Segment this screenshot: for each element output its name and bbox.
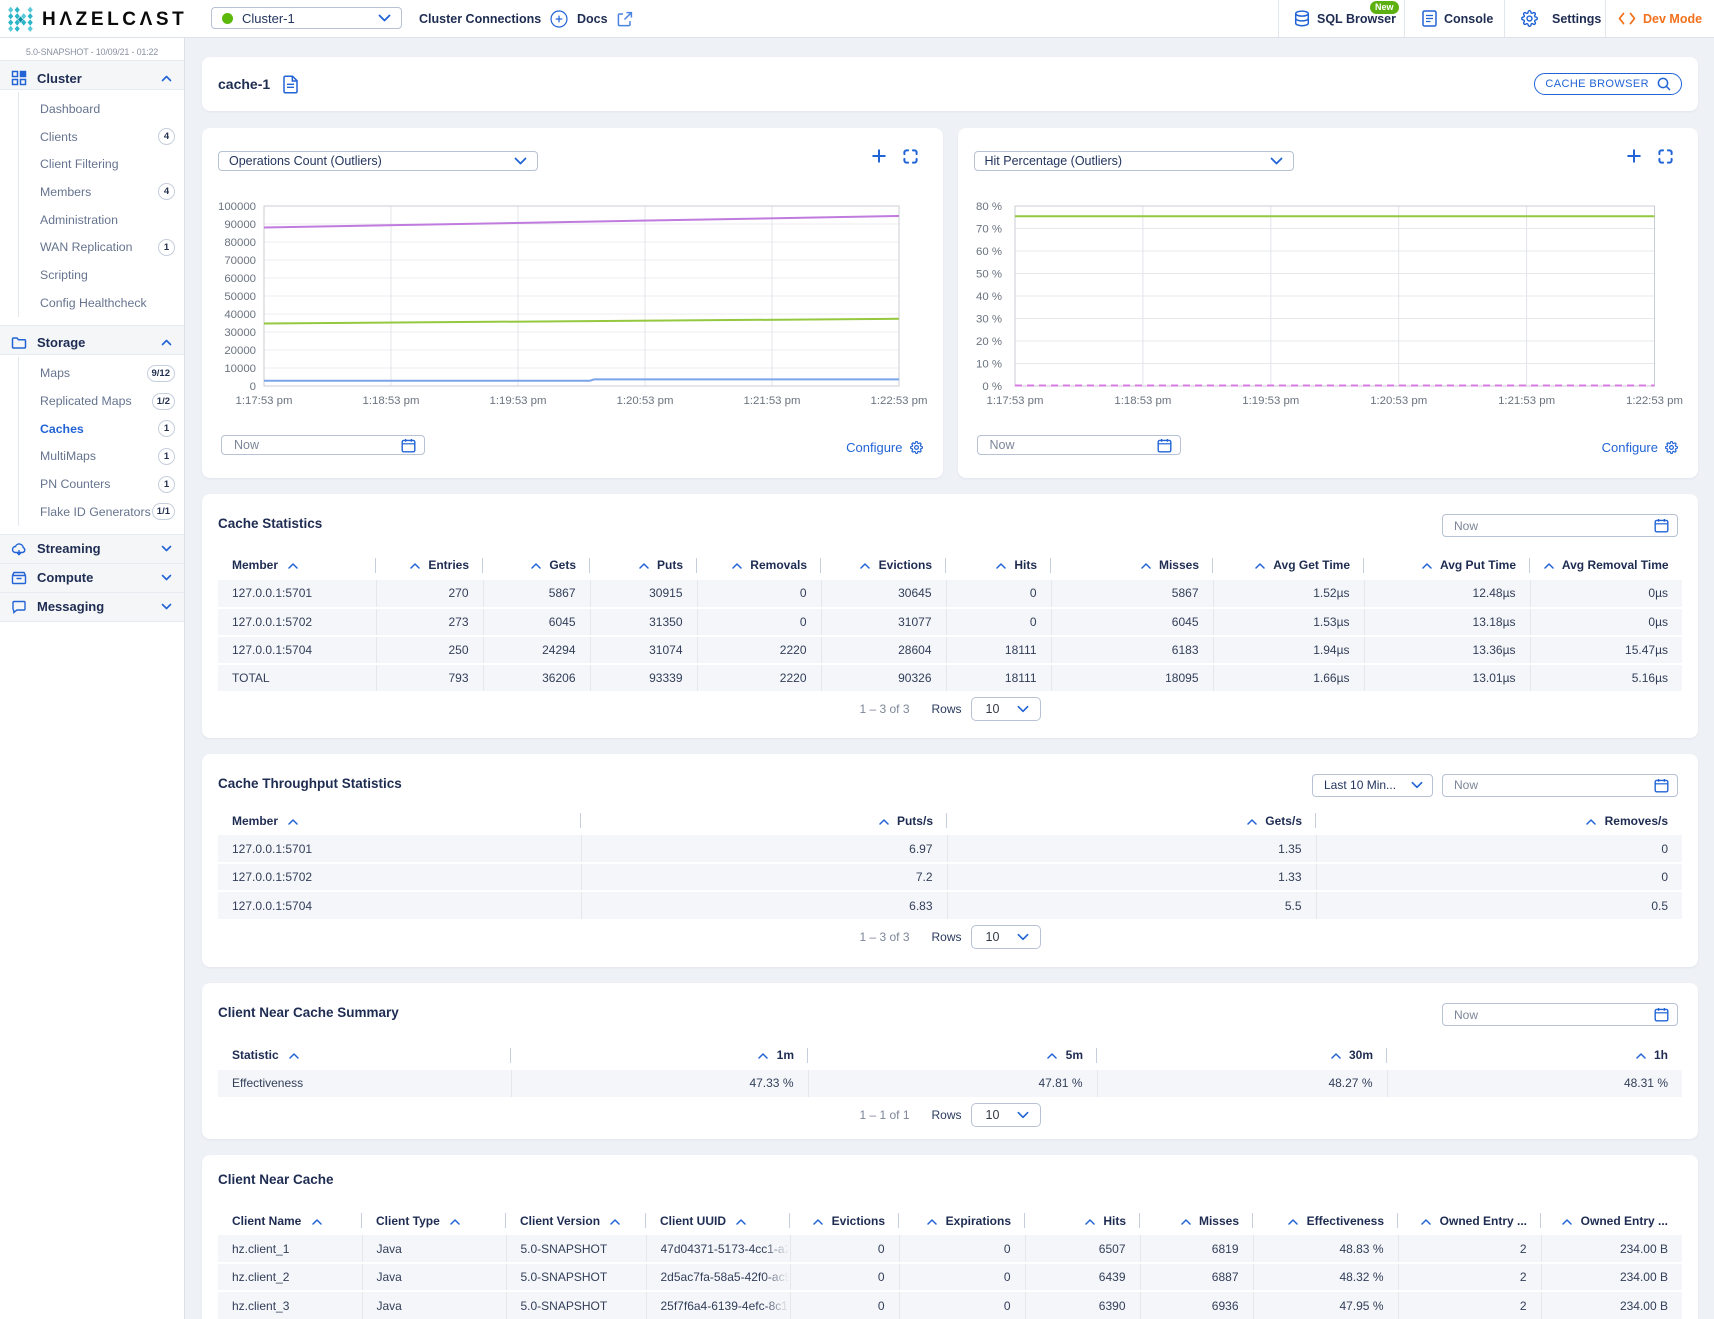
svg-text:10000: 10000	[224, 363, 256, 375]
svg-text:60 %: 60 %	[976, 246, 1002, 258]
svg-text:0 %: 0 %	[982, 381, 1002, 393]
svg-text:80000: 80000	[224, 237, 256, 249]
svg-text:1:18:53 pm: 1:18:53 pm	[363, 395, 420, 407]
svg-text:50 %: 50 %	[976, 269, 1002, 281]
svg-text:1:21:53 pm: 1:21:53 pm	[744, 395, 801, 407]
svg-text:1:17:53 pm: 1:17:53 pm	[986, 395, 1043, 407]
svg-text:40000: 40000	[224, 309, 256, 321]
svg-text:20000: 20000	[224, 345, 256, 357]
svg-text:1:17:53 pm: 1:17:53 pm	[236, 395, 293, 407]
svg-text:40 %: 40 %	[976, 291, 1002, 303]
svg-text:70000: 70000	[224, 255, 256, 267]
svg-text:100000: 100000	[218, 201, 256, 213]
svg-text:90000: 90000	[224, 219, 256, 231]
svg-text:1:20:53 pm: 1:20:53 pm	[617, 395, 674, 407]
svg-text:80 %: 80 %	[976, 201, 1002, 213]
svg-text:1:21:53 pm: 1:21:53 pm	[1498, 395, 1555, 407]
svg-text:1:18:53 pm: 1:18:53 pm	[1114, 395, 1171, 407]
svg-text:60000: 60000	[224, 273, 256, 285]
svg-text:10 %: 10 %	[976, 359, 1002, 371]
svg-text:30000: 30000	[224, 327, 256, 339]
svg-text:50000: 50000	[224, 291, 256, 303]
svg-text:1:22:53 pm: 1:22:53 pm	[1626, 395, 1683, 407]
svg-text:20 %: 20 %	[976, 336, 1002, 348]
svg-text:1:22:53 pm: 1:22:53 pm	[871, 395, 928, 407]
svg-text:1:19:53 pm: 1:19:53 pm	[490, 395, 547, 407]
svg-text:0: 0	[250, 381, 256, 393]
svg-text:30 %: 30 %	[976, 314, 1002, 326]
svg-text:70 %: 70 %	[976, 224, 1002, 236]
svg-text:1:20:53 pm: 1:20:53 pm	[1370, 395, 1427, 407]
svg-text:1:19:53 pm: 1:19:53 pm	[1242, 395, 1299, 407]
